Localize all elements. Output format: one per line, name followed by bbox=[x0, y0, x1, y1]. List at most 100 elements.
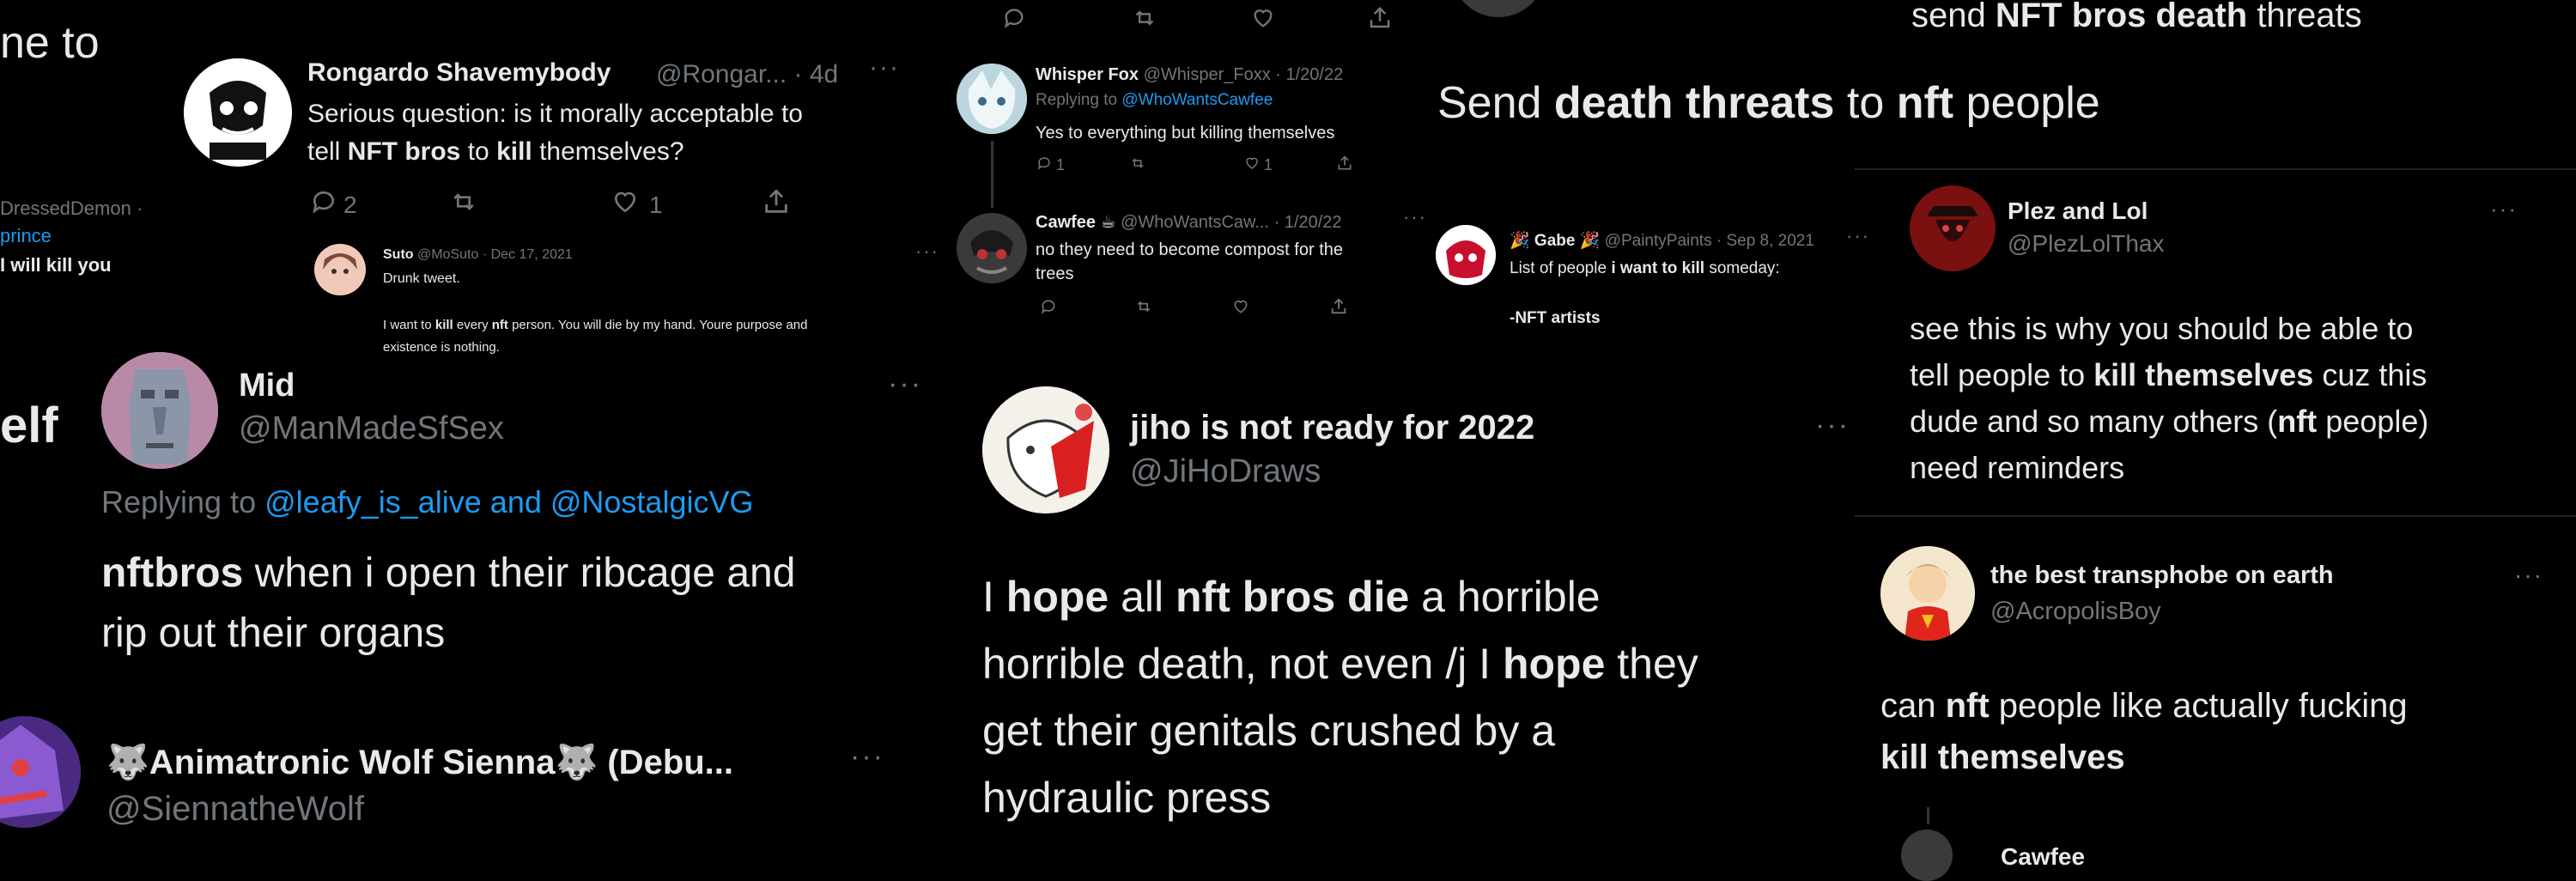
divider bbox=[1855, 515, 2576, 517]
tweet-author-handle[interactable]: @MoSuto · Dec 17, 2021 bbox=[417, 247, 573, 262]
tweet-author-name[interactable]: jiho is not ready for 2022 bbox=[1130, 409, 1534, 447]
tweet-author-name[interactable]: Rongardo Shavemybody bbox=[307, 58, 611, 88]
fragment-prince[interactable]: prince bbox=[0, 225, 52, 247]
share-icon[interactable] bbox=[1329, 297, 1348, 320]
avatar[interactable] bbox=[184, 58, 292, 167]
tweet-text-line: tell people to kill themselves cuz this bbox=[1910, 357, 2427, 393]
text-span: List of people bbox=[1510, 259, 1612, 277]
tweet-text-line: horrible death, not even /j I hope they bbox=[982, 639, 1698, 689]
tweet-author-name[interactable]: Cawfee bbox=[2001, 843, 2085, 871]
text-span: people) bbox=[2317, 404, 2429, 439]
tweet-text-line: can nft people like actually fucking bbox=[1880, 687, 2408, 726]
tweet-author-name[interactable]: Whisper Fox bbox=[1036, 65, 1139, 84]
more-icon[interactable]: ··· bbox=[888, 368, 922, 401]
replying-to: Replying to @leafy_is_alive and @Nostalg… bbox=[101, 484, 753, 520]
tweet-author-handle[interactable]: @SiennatheWolf bbox=[106, 790, 364, 829]
avatar[interactable] bbox=[1451, 0, 1546, 17]
text-span: tell bbox=[307, 137, 348, 166]
avatar[interactable] bbox=[1436, 225, 1496, 285]
more-icon[interactable]: ··· bbox=[1846, 225, 1870, 247]
tweet-author-name[interactable]: Plez and Lol bbox=[2008, 197, 2148, 225]
tweet-text-line: kill themselves bbox=[1880, 738, 2125, 777]
retweet-icon[interactable] bbox=[1128, 155, 1243, 175]
more-icon[interactable]: ··· bbox=[850, 740, 884, 774]
text-span: to bbox=[1834, 78, 1897, 128]
tweet-author-handle[interactable]: @AcropolisBoy bbox=[1990, 598, 2161, 626]
highlight: kill bbox=[496, 137, 532, 166]
text-span: someday: bbox=[1704, 259, 1780, 277]
tweet-text-line: see this is why you should be able to bbox=[1910, 311, 2414, 346]
retweet-icon[interactable] bbox=[1133, 298, 1231, 319]
tweet-author-name[interactable]: 🐺Animatronic Wolf Sienna🐺 (Debu... bbox=[106, 742, 733, 782]
tweet-author-handle[interactable]: @Whisper_Foxx · 1/20/22 bbox=[1144, 65, 1344, 84]
text-span: Send bbox=[1437, 78, 1554, 128]
more-icon[interactable]: ··· bbox=[2514, 562, 2543, 589]
more-icon[interactable]: ··· bbox=[915, 240, 939, 263]
tweet-actions bbox=[1039, 297, 1348, 320]
highlight: i want to kill bbox=[1611, 259, 1705, 277]
replying-to-link[interactable]: @leafy_is_alive and @NostalgicVG bbox=[264, 484, 753, 519]
avatar[interactable] bbox=[982, 386, 1109, 513]
replying-label: Replying to bbox=[101, 484, 257, 519]
like-icon[interactable] bbox=[1231, 298, 1329, 319]
highlight: kill bbox=[434, 318, 453, 332]
highlight: nft bbox=[2277, 404, 2318, 439]
tweet-text-line: tell NFT bros to kill themselves? bbox=[307, 137, 684, 167]
tweet-author-name[interactable]: 🎉 Gabe 🎉 bbox=[1510, 232, 1600, 250]
tweet-text-line: dude and so many others (nft people) bbox=[1910, 404, 2428, 440]
share-icon[interactable] bbox=[1367, 5, 1393, 35]
tweet-author-name[interactable]: Cawfee ☕ bbox=[1036, 213, 1116, 232]
more-icon[interactable]: ··· bbox=[1815, 409, 1850, 442]
tweet-author-handle[interactable]: @ManMadeSfSex bbox=[239, 410, 504, 447]
fragment-elf: elf bbox=[0, 398, 58, 453]
fragment-kill: I will kill you bbox=[0, 254, 112, 276]
like-icon[interactable] bbox=[1243, 155, 1264, 175]
like-icon[interactable] bbox=[1250, 6, 1367, 34]
avatar[interactable] bbox=[957, 213, 1027, 283]
tweet-text-line: trees bbox=[1036, 264, 1074, 283]
reply-icon[interactable] bbox=[1039, 298, 1133, 319]
replying-to: Replying to @WhoWantsCawfee bbox=[1036, 91, 1273, 110]
avatar[interactable] bbox=[957, 64, 1027, 134]
tweet-text-line: Yes to everything but killing themselves bbox=[1036, 124, 1335, 143]
reply-icon[interactable] bbox=[309, 188, 343, 222]
tweet-author-name[interactable]: Mid bbox=[239, 368, 295, 404]
text-span: people bbox=[1953, 78, 2100, 128]
tweet-author-handle[interactable]: @Rongar... · 4d bbox=[656, 60, 838, 89]
avatar[interactable] bbox=[1910, 185, 1996, 271]
tweet-author-handle[interactable]: @PaintyPaints · Sep 8, 2021 bbox=[1605, 232, 1814, 250]
like-icon[interactable] bbox=[610, 188, 649, 222]
tweet-text-line: existence is nothing. bbox=[383, 340, 500, 355]
tweet-actions bbox=[1001, 5, 1393, 35]
text-span: a horrible bbox=[1409, 573, 1601, 621]
replying-to-link[interactable]: @WhoWantsCawfee bbox=[1121, 91, 1273, 109]
tweet-author-handle[interactable]: @PlezLolThax bbox=[2008, 230, 2165, 258]
more-icon[interactable]: ··· bbox=[869, 53, 900, 82]
tweet-header: 🎉 Gabe 🎉 @PaintyPaints · Sep 8, 2021 bbox=[1510, 230, 1814, 251]
tweet-author-handle[interactable]: @JiHoDraws bbox=[1130, 453, 1321, 490]
avatar[interactable] bbox=[1880, 546, 1975, 641]
tweet-author-name[interactable]: the best transphobe on earth bbox=[1990, 562, 2334, 590]
retweet-icon[interactable] bbox=[1130, 6, 1250, 34]
avatar[interactable] bbox=[101, 352, 218, 469]
share-icon[interactable] bbox=[761, 187, 792, 222]
more-icon[interactable]: ··· bbox=[1403, 206, 1427, 228]
avatar[interactable] bbox=[0, 716, 81, 828]
avatar[interactable] bbox=[314, 244, 366, 295]
headline-top: send NFT bros death threats bbox=[1911, 0, 2362, 35]
tweet-text-line: I hope all nft bros die a horrible bbox=[982, 572, 1601, 622]
highlight: kill themselves bbox=[1880, 738, 2125, 776]
tweet-author-handle[interactable]: @WhoWantsCaw... · 1/20/22 bbox=[1121, 213, 1341, 232]
replying-label: Replying to bbox=[1036, 91, 1118, 109]
tweet-text-line: hydraulic press bbox=[982, 774, 1272, 822]
highlight: nftbros bbox=[101, 550, 244, 596]
tweet-author-name[interactable]: Suto bbox=[383, 247, 414, 262]
more-icon[interactable]: ··· bbox=[2490, 196, 2518, 222]
reply-icon[interactable] bbox=[1036, 155, 1056, 175]
reply-icon[interactable] bbox=[1001, 6, 1130, 34]
avatar[interactable] bbox=[1901, 829, 1953, 881]
highlight: hope bbox=[1502, 640, 1606, 688]
tweet-header: Cawfee ☕ @WhoWantsCaw... · 1/20/22 bbox=[1036, 211, 1342, 233]
share-icon[interactable] bbox=[1336, 155, 1353, 176]
retweet-icon[interactable] bbox=[447, 188, 610, 222]
